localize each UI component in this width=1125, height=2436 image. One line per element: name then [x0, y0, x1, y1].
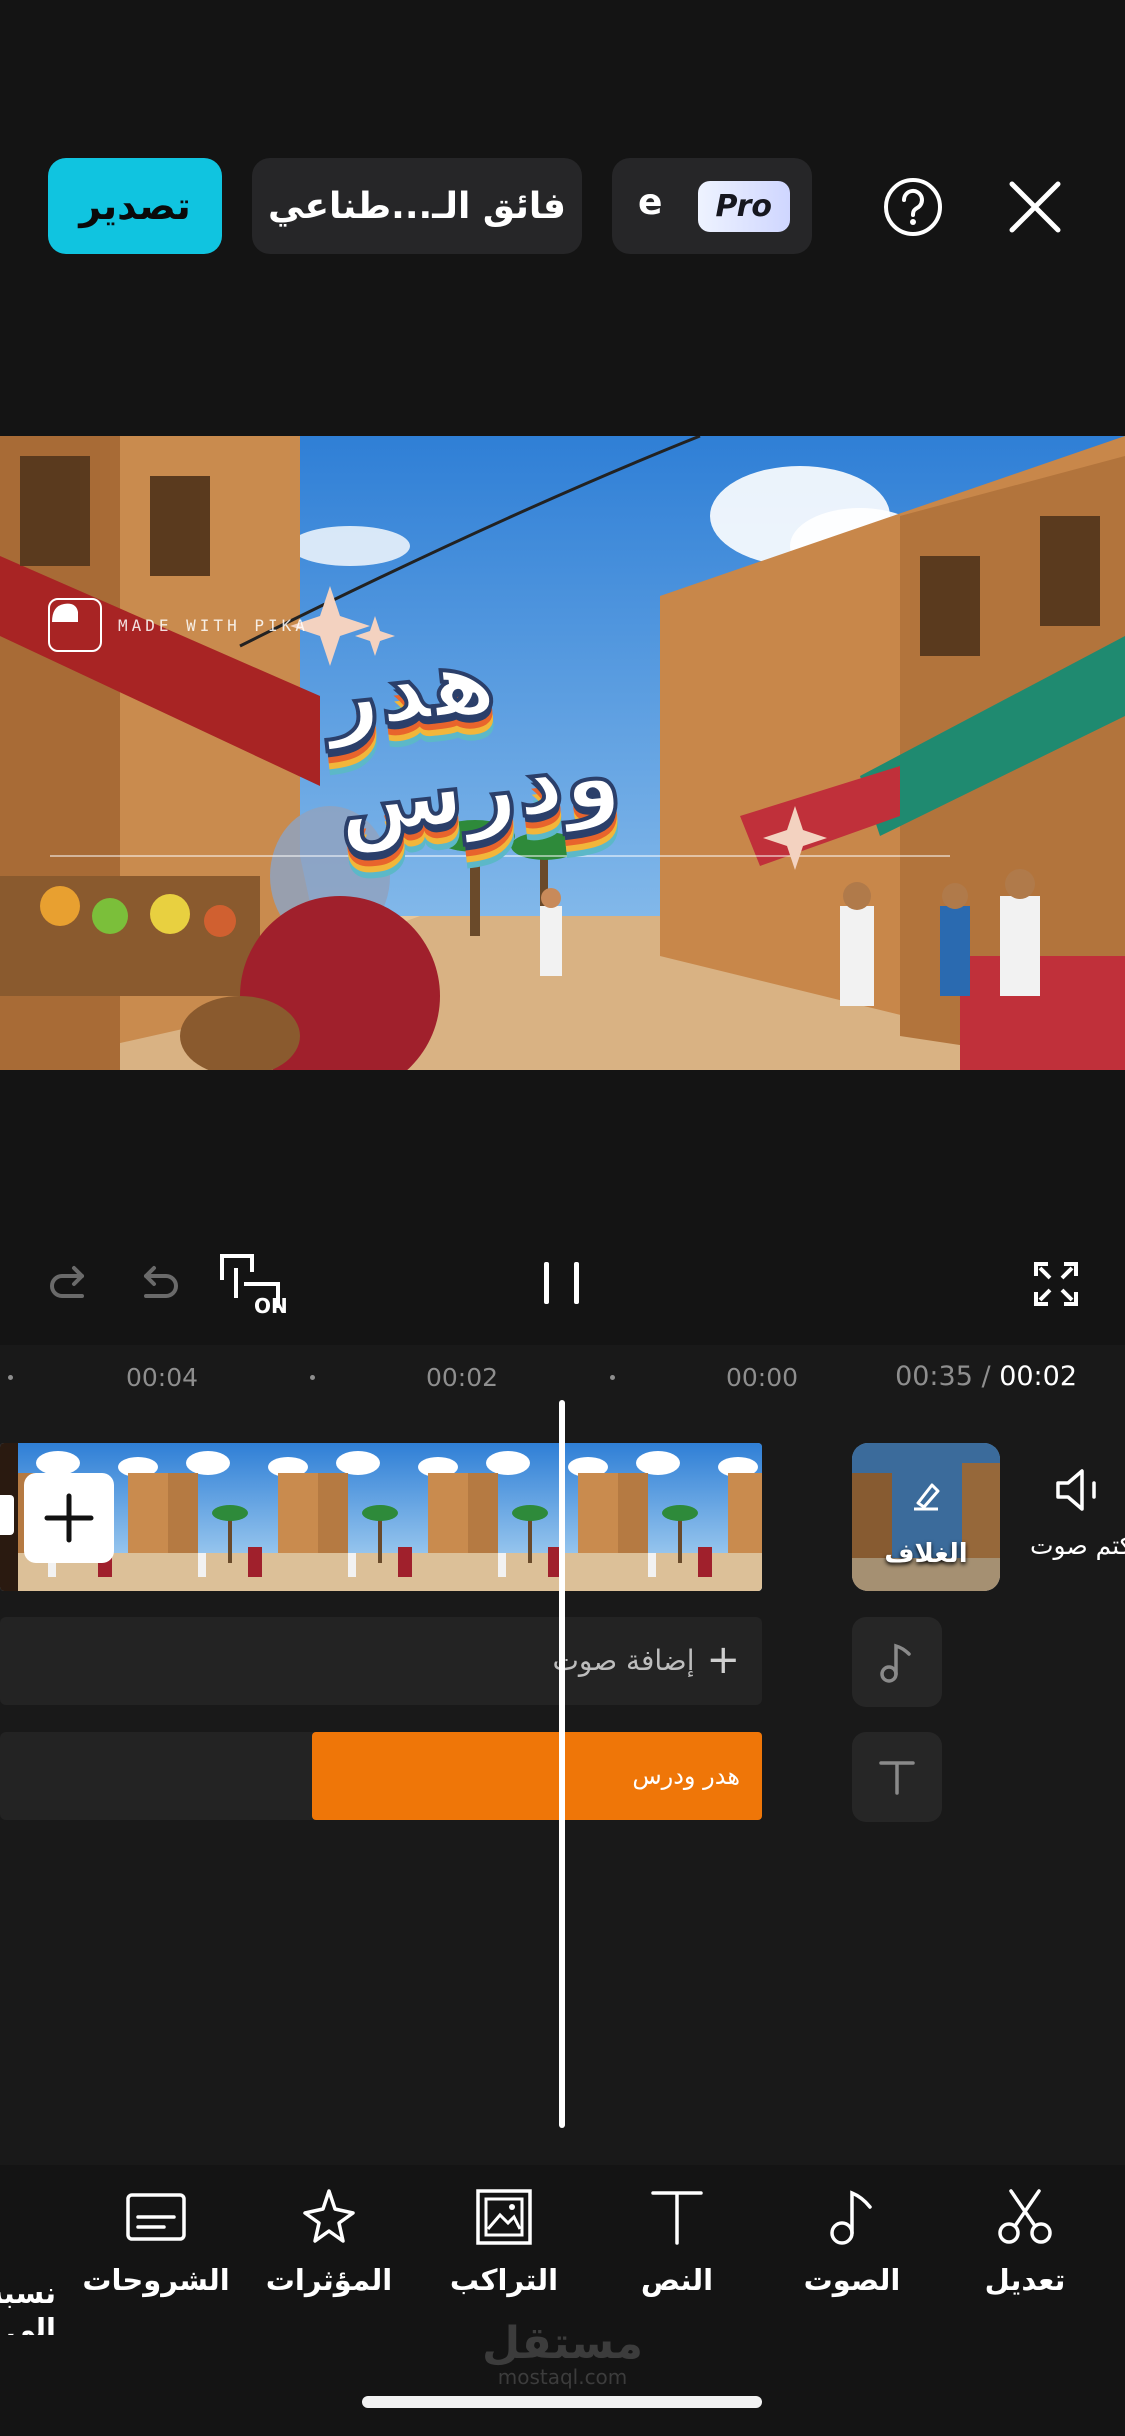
tick-dot [610, 1375, 615, 1380]
cover-label: الغلاف [884, 1539, 968, 1569]
video-track-thumbnails [0, 1443, 762, 1591]
brand-watermark: مستقل mostaql.com [0, 2318, 1125, 2389]
cover-button[interactable]: الغلاف [852, 1443, 1000, 1591]
watermark-text: MADE WITH PIKA [118, 615, 309, 635]
tick-dot [8, 1375, 13, 1380]
title-overlay[interactable]: هدر ودرس [318, 624, 800, 859]
playback-controls: ON [0, 1232, 1125, 1332]
playhead[interactable] [559, 1400, 565, 2128]
tick-label: 00:02 [426, 1363, 499, 1392]
tool-edit[interactable]: تعديل [945, 2185, 1105, 2297]
video-track[interactable] [0, 1443, 762, 1591]
time-readout: 00:35 / 00:02 [895, 1361, 1077, 1392]
tool-overlay[interactable]: التراكب [424, 2185, 584, 2297]
time-ruler: 00:04 00:02 00:00 00:35 / 00:02 [0, 1345, 1125, 1407]
home-indicator[interactable] [362, 2396, 762, 2408]
music-note-icon [880, 1643, 911, 1683]
add-audio-button[interactable]: إضافة صوت + [553, 1637, 741, 1683]
audio-track[interactable]: إضافة صوت + [0, 1617, 762, 1705]
undo-icon[interactable] [136, 1262, 182, 1308]
text-clip[interactable]: هدر ودرس [312, 1732, 762, 1820]
tool-aspect-ratio[interactable]: نسبة إلى [0, 2185, 60, 2335]
ai-feature-button[interactable]: فائق الـ...طناعي [252, 158, 582, 254]
plus-icon: + [706, 1637, 740, 1683]
tool-text-label: النص [640, 2263, 714, 2297]
help-icon[interactable] [882, 176, 944, 238]
sync-badge: ON [254, 1294, 288, 1318]
add-audio-label: إضافة صوت [552, 1643, 695, 1677]
time-separator: / [981, 1361, 991, 1392]
pro-button[interactable]: e Pro [612, 158, 812, 254]
tool-overlay-label: التراكب [449, 2263, 559, 2297]
tool-captions[interactable]: الشروحات [76, 2185, 236, 2297]
watermark: MADE WITH PIKA [48, 598, 309, 652]
redo-icon[interactable] [46, 1262, 92, 1308]
tool-audio-label: الصوت [803, 2263, 901, 2297]
text-track-button[interactable] [852, 1732, 942, 1822]
audio-track-button[interactable] [852, 1617, 942, 1707]
tool-effects[interactable]: المؤثرات [249, 2185, 409, 2297]
sync-toggle-button[interactable]: ON [216, 1250, 288, 1318]
total-time: 00:35 [895, 1361, 973, 1392]
export-button[interactable]: تصدير [48, 158, 222, 254]
tool-text[interactable]: النص [597, 2185, 757, 2297]
tool-edit-label: تعديل [984, 2263, 1066, 2297]
pro-button-faded-text: e [638, 182, 663, 223]
tool-audio[interactable]: الصوت [772, 2185, 932, 2297]
close-icon[interactable] [1006, 178, 1064, 236]
effects-star-icon [303, 2189, 355, 2243]
music-note-icon [830, 2190, 872, 2245]
tick-label: 00:00 [726, 1363, 799, 1392]
fullscreen-icon[interactable] [1032, 1260, 1080, 1308]
pause-icon[interactable] [540, 1258, 584, 1308]
top-bar: تصدير فائق الـ...طناعي e Pro [0, 0, 1125, 420]
clip-trim-handle[interactable] [0, 1495, 14, 1535]
current-time: 00:02 [999, 1361, 1077, 1392]
speaker-icon [1056, 1469, 1096, 1511]
tool-captions-label: الشروحات [82, 2263, 230, 2297]
tick-label: 00:04 [126, 1363, 199, 1392]
edit-pencil-icon [914, 1483, 940, 1511]
overlay-icon [476, 2189, 532, 2245]
tool-aspect-label-line1: نسبة [0, 2276, 56, 2310]
mute-label: كتم صوت [1030, 1531, 1125, 1560]
brand-name-arabic: مستقل [482, 2318, 643, 2369]
video-preview[interactable]: MADE WITH PIKA هدر ودرس [0, 436, 1125, 1070]
tick-dot [310, 1375, 315, 1380]
pika-logo-icon [48, 598, 102, 652]
add-clip-button[interactable] [24, 1473, 114, 1563]
brand-name-latin: mostaql.com [497, 2365, 628, 2389]
scissors-icon [998, 2189, 1052, 2244]
plus-icon [44, 1493, 94, 1543]
captions-icon [126, 2193, 186, 2241]
text-icon [651, 2191, 703, 2245]
tool-effects-label: المؤثرات [265, 2263, 393, 2297]
text-icon [879, 1761, 915, 1795]
mute-audio-button[interactable]: كتم صوت [1030, 1457, 1125, 1587]
pro-badge: Pro [697, 180, 790, 232]
